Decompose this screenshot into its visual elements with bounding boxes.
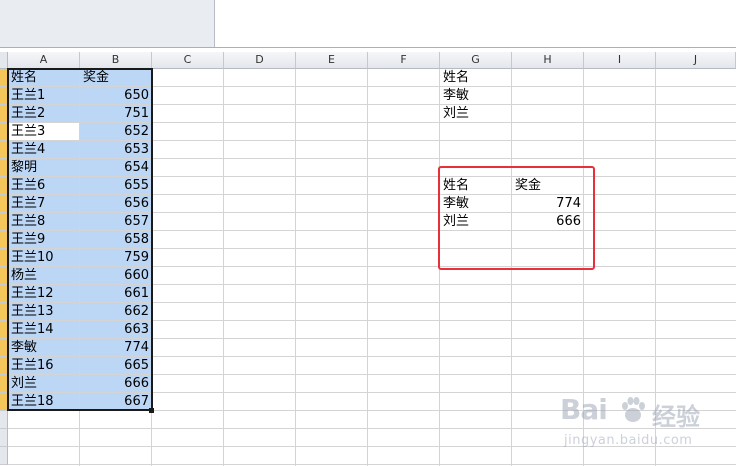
watermark: Bai 经验 jingyan.baidu.com xyxy=(560,393,736,459)
row-header[interactable] xyxy=(0,447,8,465)
fill-handle[interactable] xyxy=(149,408,154,413)
column-header-b[interactable]: B xyxy=(80,52,152,69)
column-header-a[interactable]: A xyxy=(8,52,80,69)
name-box[interactable] xyxy=(0,0,215,47)
gridline-vertical xyxy=(367,69,368,466)
formula-bar[interactable] xyxy=(215,0,736,47)
gridline-vertical xyxy=(223,69,224,466)
watermark-suffix: 经验 xyxy=(652,403,700,431)
cell-g3[interactable]: 刘兰 xyxy=(440,105,512,123)
column-header-d[interactable]: D xyxy=(224,52,296,69)
gridline-vertical xyxy=(295,69,296,466)
toolbar-divider xyxy=(0,47,736,48)
watermark-brand: Bai xyxy=(560,393,608,426)
column-header-j[interactable]: J xyxy=(656,52,736,69)
selection-border xyxy=(7,68,153,411)
cell-g1[interactable]: 姓名 xyxy=(440,69,512,87)
watermark-url: jingyan.baidu.com xyxy=(564,433,693,448)
column-header-e[interactable]: E xyxy=(296,52,368,69)
select-all-corner[interactable] xyxy=(0,52,8,69)
column-header-i[interactable]: I xyxy=(584,52,656,69)
toolbar-strip xyxy=(0,0,736,48)
paw-icon xyxy=(622,397,645,422)
column-header-f[interactable]: F xyxy=(368,52,440,69)
column-header-h[interactable]: H xyxy=(512,52,584,69)
column-header-c[interactable]: C xyxy=(152,52,224,69)
column-header-g[interactable]: G xyxy=(440,52,512,69)
cell-g2[interactable]: 李敏 xyxy=(440,87,512,105)
highlight-box xyxy=(438,166,595,270)
row-header[interactable] xyxy=(0,411,8,429)
row-header[interactable] xyxy=(0,429,8,447)
gridline-horizontal xyxy=(8,464,736,465)
